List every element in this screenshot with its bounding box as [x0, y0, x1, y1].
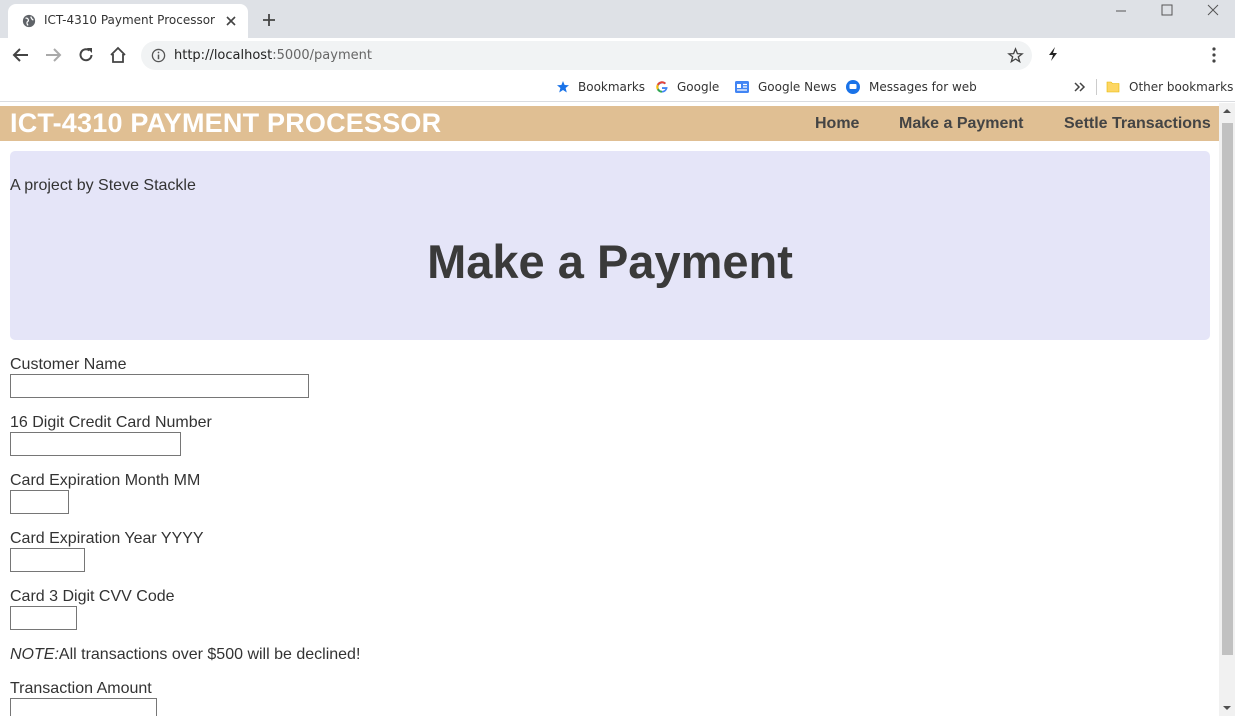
note-prefix: NOTE: — [10, 646, 59, 663]
forward-arrow-icon[interactable] — [44, 46, 62, 64]
cvv-label: Card 3 Digit CVV Code — [10, 588, 175, 605]
page-title: Make a Payment — [427, 235, 793, 288]
scroll-thumb[interactable] — [1222, 123, 1233, 655]
maximize-icon[interactable] — [1157, 2, 1177, 18]
home-icon[interactable] — [109, 46, 127, 64]
reload-icon[interactable] — [77, 46, 95, 64]
bookmark-other[interactable]: Other bookmarks — [1105, 78, 1233, 96]
scroll-up-icon[interactable] — [1223, 107, 1231, 115]
messages-icon — [846, 80, 860, 94]
google-news-icon — [735, 81, 749, 93]
bookmark-google-news[interactable]: Google News — [734, 78, 837, 96]
url-text: http://localhost:5000/payment — [174, 48, 372, 63]
page-viewport: ICT-4310 PAYMENT PROCESSOR Home Make a P… — [0, 103, 1219, 716]
double-chevron-icon[interactable] — [1072, 80, 1086, 94]
browser-toolbar: http://localhost:5000/payment — [0, 38, 1235, 72]
amount-input[interactable] — [10, 698, 157, 716]
info-icon[interactable] — [151, 48, 166, 63]
browser-tab[interactable]: ICT-4310 Payment Processor — [8, 4, 248, 38]
cvv-input[interactable] — [10, 606, 77, 630]
exp-month-label: Card Expiration Month MM — [10, 472, 201, 489]
folder-icon — [1106, 81, 1120, 93]
bookmark-google[interactable]: Google — [655, 78, 719, 96]
page-scrollbar[interactable] — [1219, 103, 1235, 716]
amount-label: Transaction Amount — [10, 680, 152, 697]
exp-year-label: Card Expiration Year YYYY — [10, 530, 204, 547]
back-arrow-icon[interactable] — [12, 46, 30, 64]
bookmark-messages[interactable]: Messages for web — [845, 78, 977, 96]
browser-tabstrip: ICT-4310 Payment Processor — [0, 0, 1235, 38]
kebab-menu-icon[interactable] — [1206, 46, 1222, 64]
byline: A project by Steve Stackle — [10, 177, 196, 194]
exp-month-input[interactable] — [10, 490, 69, 514]
bookmarks-divider — [1096, 79, 1097, 95]
new-tab-icon[interactable] — [260, 11, 278, 29]
bookmark-star-icon[interactable] — [1007, 47, 1024, 64]
close-icon[interactable] — [224, 14, 238, 28]
nav-home[interactable]: Home — [815, 115, 859, 133]
window-close-icon[interactable] — [1203, 2, 1223, 18]
minimize-icon[interactable] — [1111, 2, 1131, 18]
card-number-label: 16 Digit Credit Card Number — [10, 414, 212, 431]
site-header: ICT-4310 PAYMENT PROCESSOR Home Make a P… — [0, 106, 1219, 141]
decline-note: NOTE:All transactions over $500 will be … — [10, 646, 360, 664]
google-icon — [656, 81, 668, 93]
address-bar[interactable]: http://localhost:5000/payment — [141, 41, 1032, 70]
star-icon — [557, 81, 569, 93]
scroll-down-icon[interactable] — [1223, 704, 1231, 712]
globe-icon — [22, 14, 36, 28]
card-number-input[interactable] — [10, 432, 181, 456]
customer-name-input[interactable] — [10, 374, 309, 398]
tab-title: ICT-4310 Payment Processor — [44, 13, 215, 27]
bookmark-bookmarks[interactable]: Bookmarks — [556, 78, 645, 96]
nav-settle-transactions[interactable]: Settle Transactions — [1064, 115, 1211, 133]
exp-year-input[interactable] — [10, 548, 85, 572]
nav-make-payment[interactable]: Make a Payment — [899, 115, 1024, 133]
customer-name-label: Customer Name — [10, 356, 127, 373]
extension-bolt-icon[interactable] — [1045, 46, 1061, 62]
site-brand[interactable]: ICT-4310 PAYMENT PROCESSOR — [10, 108, 441, 139]
note-text: All transactions over $500 will be decli… — [58, 646, 361, 663]
hero-banner: A project by Steve Stackle Make a Paymen… — [10, 151, 1210, 340]
bookmarks-bar: Bookmarks Google Google News Messages fo… — [0, 72, 1235, 102]
